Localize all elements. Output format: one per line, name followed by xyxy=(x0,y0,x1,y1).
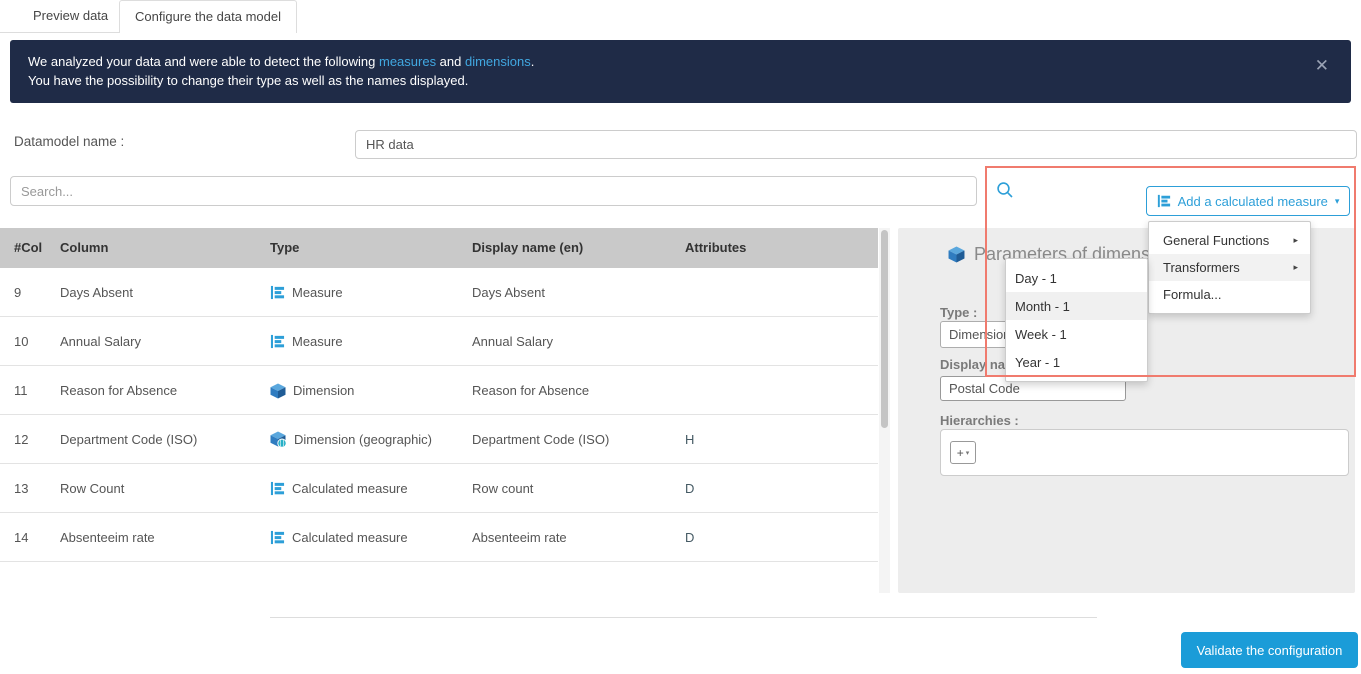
close-icon[interactable]: ✕ xyxy=(1315,56,1329,75)
menu-item-formula[interactable]: Formula... xyxy=(1149,281,1310,308)
display-name-cell[interactable]: Annual Salary xyxy=(472,317,553,366)
type-cell[interactable]: Dimension (geographic) xyxy=(270,415,432,464)
header-col-number: #Col xyxy=(14,240,43,255)
display-name-cell[interactable]: Department Code (ISO) xyxy=(472,415,609,464)
submenu-item-week-1[interactable]: Week - 1 xyxy=(1006,320,1147,348)
display-name-cell[interactable]: Absenteeim rate xyxy=(472,513,567,562)
table-row[interactable]: 13 Row Count Calculated measure Row coun… xyxy=(0,464,878,513)
menu-item-label: Transformers xyxy=(1163,260,1240,275)
column-name: Reason for Absence xyxy=(60,383,178,398)
type-field-label: Type : xyxy=(940,305,978,320)
column-name: Annual Salary xyxy=(60,334,141,349)
plus-icon: + xyxy=(956,445,964,460)
tab-preview-data[interactable]: Preview data xyxy=(18,0,123,33)
submenu-item-day-1[interactable]: Day - 1 xyxy=(1006,264,1147,292)
datamodel-name-label: Datamodel name : xyxy=(14,134,125,149)
row-number: 12 xyxy=(14,432,29,447)
attributes-cell: D xyxy=(685,530,695,545)
type-label: Measure xyxy=(292,285,343,300)
type-label: Calculated measure xyxy=(292,481,408,496)
hierarchies-field-label: Hierarchies : xyxy=(940,413,1019,428)
submenu-item-year-1[interactable]: Year - 1 xyxy=(1006,348,1147,376)
row-number: 10 xyxy=(14,334,29,349)
banner-line2: You have the possibility to change their… xyxy=(28,73,469,88)
column-name: Row Count xyxy=(60,481,125,496)
type-cell[interactable]: Measure xyxy=(270,268,343,317)
type-label: Dimension (geographic) xyxy=(294,432,433,447)
add-measure-dropdown-menu: General Functions ▸ Transformers ▸ Formu… xyxy=(1148,221,1311,314)
type-cell[interactable]: Calculated measure xyxy=(270,464,408,513)
display-name-cell[interactable]: Row count xyxy=(472,464,533,513)
table-row[interactable]: 9 Days Absent Measure Days Absent xyxy=(0,268,878,317)
menu-item-label: General Functions xyxy=(1163,233,1270,248)
type-cell[interactable]: Dimension xyxy=(270,366,354,415)
menu-item-general-functions[interactable]: General Functions ▸ xyxy=(1149,227,1310,254)
search-input[interactable] xyxy=(10,176,977,206)
info-banner: We analyzed your data and were able to d… xyxy=(10,40,1351,103)
attributes-cell: D xyxy=(685,481,695,496)
caret-down-icon: ▾ xyxy=(965,449,970,457)
submenu-item-month-1[interactable]: Month - 1 xyxy=(1006,292,1147,320)
type-label: Measure xyxy=(292,334,343,349)
banner-line1: We analyzed your data and were able to d… xyxy=(28,52,1333,71)
column-name: Department Code (ISO) xyxy=(60,432,198,447)
row-number: 13 xyxy=(14,481,29,496)
type-cell[interactable]: Calculated measure xyxy=(270,513,408,562)
calculated-measure-icon xyxy=(1157,194,1171,208)
display-name-cell[interactable]: Reason for Absence xyxy=(472,366,589,415)
dimension-icon xyxy=(948,246,965,263)
tab-configure-data-model[interactable]: Configure the data model xyxy=(119,0,297,33)
submenu-arrow-icon: ▸ xyxy=(1293,262,1298,272)
submenu-arrow-icon: ▸ xyxy=(1293,235,1298,245)
validate-configuration-button[interactable]: Validate the configuration xyxy=(1181,632,1358,668)
banner-text: We analyzed your data and were able to d… xyxy=(28,54,379,69)
table-row[interactable]: 14 Absenteeim rate Calculated measure Ab… xyxy=(0,513,878,562)
add-hierarchy-button[interactable]: + ▾ xyxy=(950,441,976,464)
header-column: Column xyxy=(60,240,109,255)
datamodel-config-screen: Preview data Configure the data model We… xyxy=(0,0,1361,674)
column-name: Absenteeim rate xyxy=(60,530,155,545)
datamodel-name-input[interactable] xyxy=(355,130,1357,159)
table-row[interactable]: 10 Annual Salary Measure Annual Salary xyxy=(0,317,878,366)
header-display-name: Display name (en) xyxy=(472,240,584,255)
calculated-measure-icon xyxy=(270,530,285,545)
scrollbar-thumb[interactable] xyxy=(881,230,888,428)
section-divider xyxy=(270,617,1097,618)
menu-item-transformers[interactable]: Transformers ▸ xyxy=(1149,254,1310,281)
caret-down-icon: ▾ xyxy=(1334,195,1340,206)
row-number: 11 xyxy=(14,383,28,398)
add-calculated-measure-label: Add a calculated measure xyxy=(1177,193,1328,209)
attributes-cell: H xyxy=(685,432,695,447)
dimension-icon xyxy=(270,383,286,399)
banner-text: . xyxy=(530,54,535,69)
search-icon[interactable] xyxy=(996,181,1014,204)
type-select-value: Dimension xyxy=(949,327,1011,342)
hierarchies-box[interactable]: + ▾ xyxy=(940,429,1349,476)
type-label: Calculated measure xyxy=(292,530,408,545)
type-cell[interactable]: Measure xyxy=(270,317,343,366)
table-row[interactable]: 12 Department Code (ISO) Dimension (geog… xyxy=(0,415,878,464)
type-label: Dimension xyxy=(293,383,355,398)
measure-icon xyxy=(270,285,285,300)
banner-text: and xyxy=(436,54,465,69)
row-number: 9 xyxy=(14,285,22,300)
dimension-geographic-icon xyxy=(270,431,287,448)
table-row[interactable]: 11 Reason for Absence Dimension Reason f… xyxy=(0,366,878,415)
transformers-submenu: Day - 1 Month - 1 Week - 1 Year - 1 xyxy=(1005,258,1148,382)
header-type: Type xyxy=(270,240,300,255)
column-name: Days Absent xyxy=(60,285,133,300)
header-attributes: Attributes xyxy=(685,240,747,255)
table-header: #Col Column Type Display name (en) Attri… xyxy=(0,228,878,268)
measures-link[interactable]: measures xyxy=(379,54,436,69)
tabbar-underline xyxy=(0,32,119,33)
calculated-measure-icon xyxy=(270,481,285,496)
add-calculated-measure-button[interactable]: Add a calculated measure ▾ xyxy=(1146,186,1350,216)
display-name-cell[interactable]: Days Absent xyxy=(472,268,545,317)
menu-item-label: Formula... xyxy=(1163,287,1222,302)
row-number: 14 xyxy=(14,530,29,545)
dimensions-link[interactable]: dimensions xyxy=(465,54,531,69)
measure-icon xyxy=(270,334,285,349)
